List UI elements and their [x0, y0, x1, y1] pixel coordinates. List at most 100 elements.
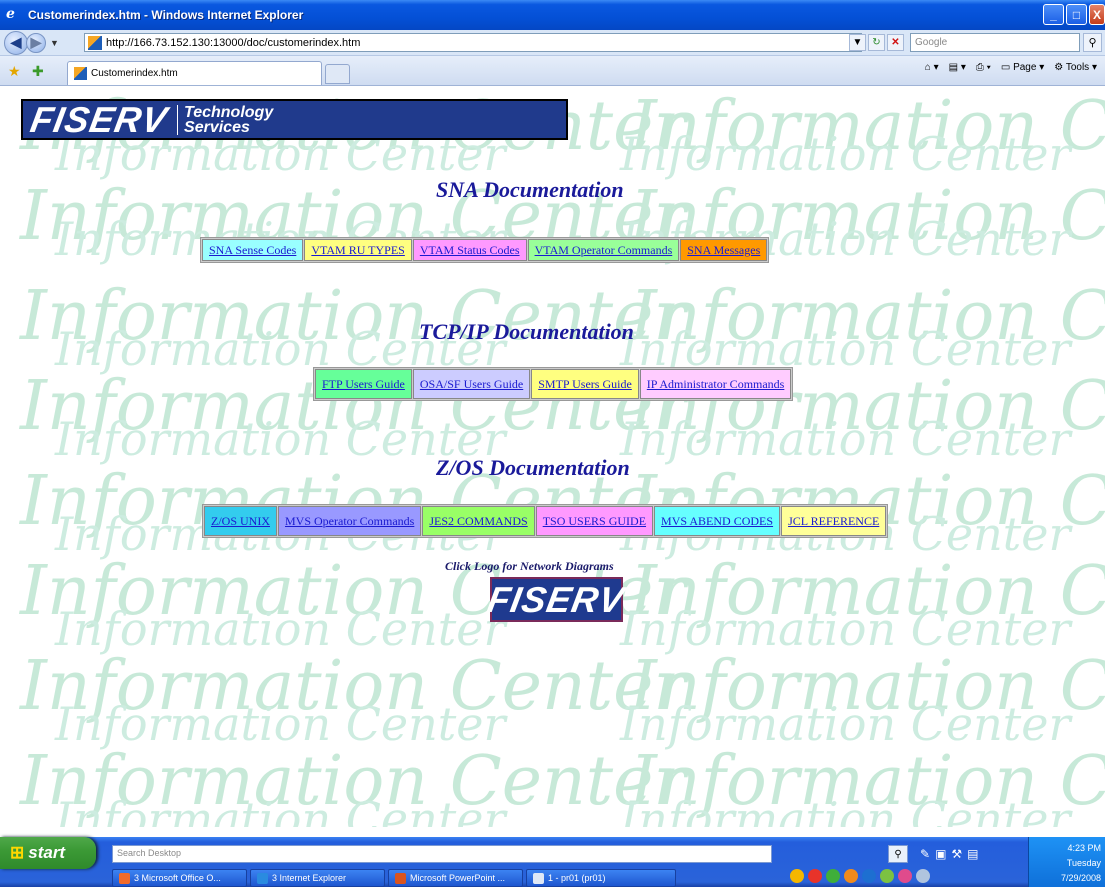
- quick-launch-tools-icon[interactable]: ⚒: [951, 847, 962, 861]
- taskbar-task[interactable]: 3 Microsoft Office O...: [112, 869, 247, 887]
- chevron-down-icon: ▼: [852, 37, 863, 48]
- add-favorites-icon[interactable]: ✚: [32, 63, 44, 80]
- doc-link[interactable]: TSO USERS GUIDE: [535, 506, 654, 536]
- doc-link[interactable]: VTAM Operator Commands: [527, 239, 680, 261]
- tray-security-icon[interactable]: [880, 869, 894, 883]
- window-titlebar: e Customerindex.htm - Windows Internet E…: [0, 0, 1105, 30]
- network-logo-text: FISERV: [484, 578, 629, 620]
- taskbar-task[interactable]: 3 Internet Explorer: [250, 869, 385, 887]
- network-caption: Click Logo for Network Diagrams: [445, 559, 614, 573]
- desktop-search-button[interactable]: ⚲: [888, 845, 908, 863]
- feeds-icon[interactable]: ▤ ▾: [949, 62, 966, 73]
- watermark-line: Information Center: [630, 742, 1105, 821]
- page-menu[interactable]: ▭ Page ▾: [1001, 62, 1044, 73]
- tab-page-icon: [74, 67, 87, 80]
- task-app-icon: [257, 872, 268, 884]
- tray-volume-icon[interactable]: [916, 869, 930, 883]
- window-title: Customerindex.htm - Windows Internet Exp…: [28, 8, 304, 22]
- forward-button[interactable]: ▶: [26, 32, 46, 53]
- minimize-button[interactable]: _: [1043, 4, 1064, 25]
- task-label: Microsoft PowerPoint ...: [410, 873, 506, 883]
- tray-office-icon[interactable]: [844, 869, 858, 883]
- new-tab-button[interactable]: [325, 64, 350, 84]
- doc-link[interactable]: SNA Sense Codes: [202, 239, 304, 261]
- watermark-line: Information Center: [620, 127, 1071, 181]
- taskbar-task[interactable]: 1 - pr01 (pr01): [526, 869, 676, 887]
- maximize-button[interactable]: □: [1066, 4, 1087, 25]
- back-button[interactable]: ◀: [4, 30, 28, 55]
- doc-link[interactable]: VTAM Status Codes: [412, 239, 527, 261]
- watermark-line: Information Center: [55, 792, 506, 827]
- refresh-icon: ↻: [872, 37, 881, 48]
- task-app-icon: [533, 872, 544, 884]
- doc-link[interactable]: VTAM RU TYPES: [304, 239, 412, 261]
- start-button[interactable]: ⊞ start: [0, 837, 96, 869]
- home-icon[interactable]: ⌂ ▾: [925, 62, 939, 73]
- tcpip-section-title: TCP/IP Documentation: [419, 319, 634, 344]
- tagline-line2: Services: [184, 118, 250, 136]
- tools-menu[interactable]: ⚙ Tools ▾: [1054, 62, 1097, 73]
- doc-link[interactable]: SMTP Users Guide: [531, 369, 639, 399]
- desktop-search-input[interactable]: Search Desktop: [112, 845, 772, 863]
- refresh-button[interactable]: ↻: [868, 34, 885, 51]
- watermark-line: Information Center: [620, 602, 1071, 656]
- sna-link-row: SNA Sense Codes VTAM RU TYPES VTAM Status …: [200, 237, 770, 263]
- doc-link[interactable]: IP Administrator Commands: [639, 369, 792, 399]
- print-icon[interactable]: ⎙ ▾: [976, 62, 991, 73]
- tab-title: Customerindex.htm: [91, 68, 178, 79]
- search-input[interactable]: Google: [910, 33, 1080, 52]
- address-bar: ◀ ▶ ▼ http://166.73.152.130:13000/doc/cu…: [0, 30, 1105, 56]
- doc-link[interactable]: MVS ABEND CODES: [654, 506, 781, 536]
- url-dropdown-button[interactable]: ▼: [849, 34, 866, 51]
- clock-area[interactable]: 4:23 PM Tuesday 7/29/2008: [1028, 837, 1105, 887]
- watermark-line: Information Center: [620, 412, 1071, 466]
- doc-link[interactable]: FTP Users Guide: [315, 369, 412, 399]
- watermark-line: Information Center: [55, 697, 506, 751]
- windows-flag-icon: ⊞: [10, 843, 25, 862]
- gear-icon: ⚙: [1054, 62, 1064, 73]
- banner-divider: [177, 104, 179, 135]
- page-menu-icon: ▭: [1000, 62, 1011, 73]
- favorites-star-icon[interactable]: ★: [8, 63, 21, 80]
- doc-link[interactable]: Z/OS UNIX: [204, 506, 277, 536]
- task-app-icon: [119, 872, 130, 884]
- watermark-line: Information Center: [630, 277, 1105, 356]
- quick-launch-window-icon[interactable]: ▣: [935, 847, 946, 861]
- doc-link[interactable]: SNA Messages: [680, 239, 768, 261]
- stop-button[interactable]: ✕: [887, 34, 904, 51]
- doc-link[interactable]: JES2 COMMANDS: [422, 506, 535, 536]
- tray-media-icon[interactable]: [898, 869, 912, 883]
- quick-launch-pen-icon[interactable]: ✎: [920, 847, 930, 861]
- quick-launch: ✎ ▣ ⚒ ▤: [920, 847, 979, 861]
- network-diagrams-logo-link[interactable]: FISERV: [485, 577, 628, 622]
- task-label: 1 - pr01 (pr01): [548, 873, 606, 883]
- page-menu-label: Page: [1013, 62, 1037, 73]
- watermark-line: Information Center: [20, 647, 686, 726]
- zos-link-row: Z/OS UNIX MVS Operator Commands JES2 COMMA…: [202, 504, 889, 538]
- tcpip-link-row: FTP Users Guide OSA/SF Users Guide SMTP Us…: [313, 367, 794, 401]
- doc-link[interactable]: MVS Operator Commands: [278, 506, 422, 536]
- taskbar-task[interactable]: Microsoft PowerPoint ...: [388, 869, 523, 887]
- close-button[interactable]: X: [1089, 4, 1105, 25]
- url-input[interactable]: http://166.73.152.130:13000/doc/customer…: [84, 33, 862, 52]
- doc-link[interactable]: JCL REFERENCE: [781, 506, 887, 536]
- taskbar-tasks: 3 Microsoft Office O... 3 Internet Explor…: [112, 869, 676, 887]
- task-app-icon: [395, 872, 406, 884]
- tab-bar: ★ ✚ Customerindex.htm ⌂ ▾ ▤ ▾ ⎙ ▾ ▭ Page…: [0, 56, 1105, 86]
- browser-tab[interactable]: Customerindex.htm: [67, 61, 322, 85]
- task-label: 3 Microsoft Office O...: [134, 873, 221, 883]
- tray-network-icon[interactable]: [862, 869, 876, 883]
- banner-tagline: Technology Services: [184, 103, 274, 136]
- tray-app-icon[interactable]: [808, 869, 822, 883]
- tray-sync-icon[interactable]: [826, 869, 840, 883]
- tagline-line1: Technology: [184, 103, 274, 121]
- window-controls: _ □ X: [1043, 4, 1105, 25]
- tray-ie-icon[interactable]: [790, 869, 804, 883]
- doc-link[interactable]: OSA/SF Users Guide: [412, 369, 531, 399]
- history-dropdown-icon[interactable]: ▼: [50, 38, 59, 48]
- search-button[interactable]: ⚲: [1083, 33, 1102, 52]
- sna-section-title: SNA Documentation: [436, 177, 624, 202]
- quick-launch-doc-icon[interactable]: ▤: [967, 847, 978, 861]
- watermark-line: Information Center: [620, 792, 1071, 827]
- tools-menu-label: Tools: [1065, 62, 1090, 73]
